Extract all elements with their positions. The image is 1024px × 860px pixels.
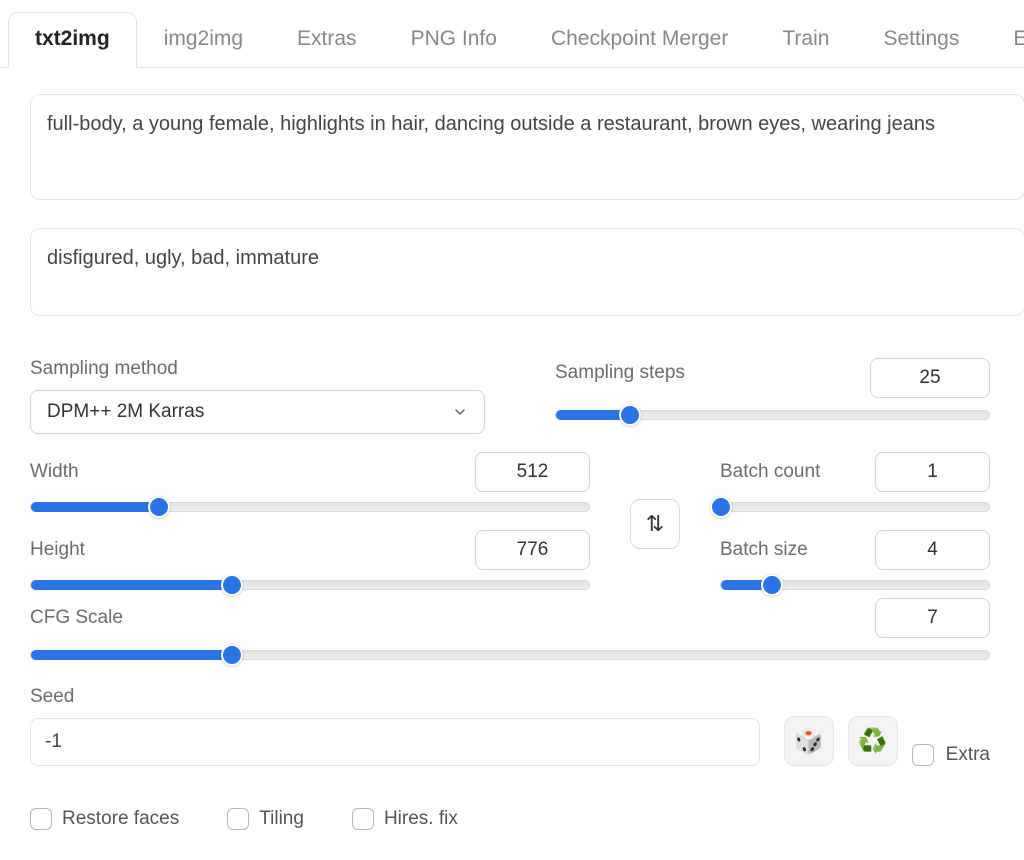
height-value[interactable]: 776 [475,530,590,570]
cfg-slider[interactable] [30,650,990,660]
width-label: Width [30,461,79,483]
swap-dimensions-button[interactable]: ⇅ [630,499,680,549]
batch-count-label: Batch count [720,461,820,483]
width-slider[interactable] [30,502,590,512]
chevron-down-icon [452,404,468,420]
reuse-seed-button[interactable]: ♻️ [848,716,898,766]
tab-label: Train [782,27,829,50]
cfg-value[interactable]: 7 [875,598,990,638]
sampling-method-value: DPM++ 2M Karras [47,401,204,423]
tab-label: Ex [1013,27,1024,50]
extra-checkbox[interactable] [912,744,934,766]
tab-label: Extras [297,27,357,50]
height-label: Height [30,539,85,561]
tiling-label: Tiling [259,808,304,830]
tab-pnginfo[interactable]: PNG Info [384,12,524,68]
seed-input[interactable]: -1 [30,718,760,766]
neg-prompt-text: disfigured, ugly, bad, immature [47,247,319,269]
tab-label: txt2img [35,27,110,50]
sampling-method-select[interactable]: DPM++ 2M Karras [30,390,485,434]
recycle-icon: ♻️ [858,727,888,756]
tab-txt2img[interactable]: txt2img [8,12,137,68]
tab-img2img[interactable]: img2img [137,12,270,68]
negative-prompt-input[interactable]: disfigured, ugly, bad, immature [30,228,1024,316]
restore-faces-label: Restore faces [62,808,179,830]
sampling-steps-label: Sampling steps [555,362,685,384]
sampling-steps-slider[interactable] [555,410,990,420]
prompt-text: full-body, a young female, highlights in… [47,113,935,135]
extra-label: Extra [946,744,990,766]
tab-settings[interactable]: Settings [856,12,986,68]
height-slider[interactable] [30,580,590,590]
sampling-steps-value[interactable]: 25 [870,358,990,398]
batch-size-slider[interactable] [720,580,990,590]
tab-checkpoint-merger[interactable]: Checkpoint Merger [524,12,755,68]
settings-panel: Sampling method DPM++ 2M Karras Sampling… [30,358,990,830]
txt2img-pane: full-body, a young female, highlights in… [0,68,1024,830]
tab-label: Checkpoint Merger [551,27,728,50]
tab-bar: txt2img img2img Extras PNG Info Checkpoi… [0,0,1024,68]
tab-label: Settings [883,27,959,50]
seed-value: -1 [45,731,62,753]
batch-size-value[interactable]: 4 [875,530,990,570]
cfg-label: CFG Scale [30,607,123,629]
tab-extensions[interactable]: Ex [986,12,1024,68]
tab-label: PNG Info [411,27,497,50]
seed-label: Seed [30,686,770,708]
prompt-input[interactable]: full-body, a young female, highlights in… [30,94,1024,200]
width-value[interactable]: 512 [475,452,590,492]
batch-count-value[interactable]: 1 [875,452,990,492]
restore-faces-checkbox[interactable] [30,808,52,830]
dice-icon: 🎲 [794,727,824,756]
batch-size-label: Batch size [720,539,808,561]
swap-icon: ⇅ [646,511,664,537]
tab-label: img2img [164,27,243,50]
batch-count-slider[interactable] [720,502,990,512]
tiling-checkbox[interactable] [227,808,249,830]
tab-extras[interactable]: Extras [270,12,384,68]
random-seed-button[interactable]: 🎲 [784,716,834,766]
hires-fix-checkbox[interactable] [352,808,374,830]
hires-fix-label: Hires. fix [384,808,458,830]
tab-train[interactable]: Train [755,12,856,68]
sampling-method-label: Sampling method [30,358,555,380]
